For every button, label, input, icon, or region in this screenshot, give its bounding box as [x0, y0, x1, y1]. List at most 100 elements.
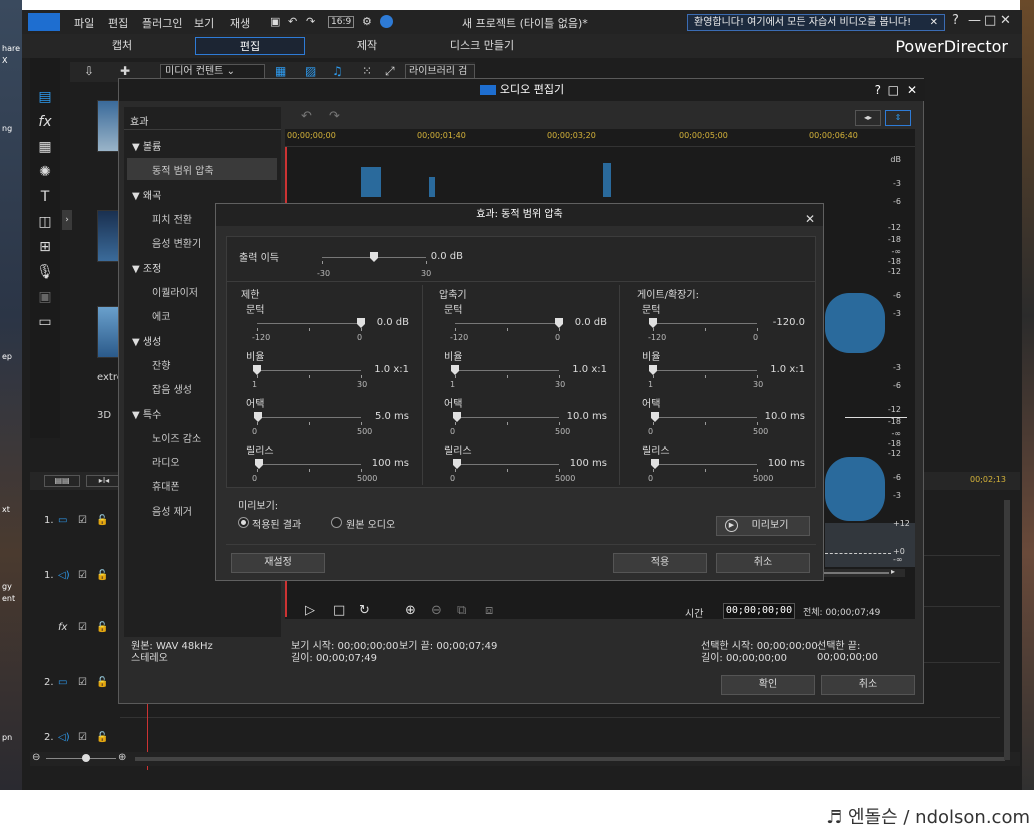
release-slider-track[interactable]: [455, 464, 559, 465]
video-filter-icon[interactable]: ▦: [275, 64, 286, 78]
aspect-ratio-select[interactable]: 16:9: [328, 16, 355, 28]
ratio-slider-thumb[interactable]: [451, 365, 459, 375]
radio-applied-result[interactable]: [238, 517, 249, 528]
release-slider-thumb[interactable]: [453, 459, 461, 469]
threshold-slider-track[interactable]: [257, 323, 361, 324]
output-gain-slider-thumb[interactable]: [370, 252, 378, 262]
group-adjust[interactable]: ▼ 조정: [132, 260, 161, 275]
timeline-scrollbar[interactable]: [135, 757, 1005, 761]
close-icon[interactable]: ✕: [907, 79, 917, 101]
zoom-slider-thumb[interactable]: [82, 754, 90, 762]
fx-room-icon[interactable]: fx: [36, 113, 54, 131]
close-icon[interactable]: ✕: [805, 208, 815, 230]
menu-view[interactable]: 보기: [194, 15, 214, 31]
media-room-icon[interactable]: ▤: [36, 88, 54, 106]
loop-icon[interactable]: ↻: [359, 603, 370, 618]
threshold-slider-track[interactable]: [653, 323, 757, 324]
attack-slider-thumb[interactable]: [453, 412, 461, 422]
fit-width-icon[interactable]: ◂▸: [855, 110, 881, 126]
effect-voice-changer[interactable]: 음성 변환기: [152, 235, 201, 250]
help-icon[interactable]: ?: [875, 79, 881, 101]
attack-slider-thumb[interactable]: [651, 412, 659, 422]
effect-vocal-removal[interactable]: 음성 제거: [152, 503, 192, 518]
ratio-slider-track[interactable]: [455, 370, 559, 371]
timeline-view-icon[interactable]: ▸I◂: [86, 475, 122, 487]
import-icon[interactable]: ⇩: [84, 64, 94, 78]
group-generate[interactable]: ▼ 생성: [132, 333, 161, 348]
menu-edit[interactable]: 편집: [108, 15, 128, 31]
track-enable-checkbox[interactable]: ☑: [78, 677, 87, 688]
zoom-in-icon[interactable]: ⊕: [405, 603, 416, 618]
group-distortion[interactable]: ▼ 왜곡: [132, 187, 161, 202]
release-slider-thumb[interactable]: [255, 459, 263, 469]
envelope-line[interactable]: [825, 553, 891, 554]
redo-icon[interactable]: ↷: [329, 109, 340, 124]
track-lock-icon[interactable]: 🔓: [96, 515, 108, 526]
chapter-room-icon[interactable]: ▣: [36, 288, 54, 306]
track-lock-icon[interactable]: 🔓: [96, 732, 108, 743]
zoom-selection-icon[interactable]: ⧉: [457, 603, 466, 618]
track-enable-checkbox[interactable]: ☑: [78, 622, 87, 633]
effect-pitch-shift[interactable]: 피치 전환: [152, 211, 192, 226]
pip-room-icon[interactable]: ▦: [36, 138, 54, 156]
stop-icon[interactable]: □: [333, 603, 345, 618]
cancel-button[interactable]: 취소: [821, 675, 915, 695]
release-slider-thumb[interactable]: [651, 459, 659, 469]
window-close-icon[interactable]: ✕: [1000, 13, 1011, 28]
volume-envelope[interactable]: +12 +0 -∞: [825, 519, 915, 567]
menu-play[interactable]: 재생: [230, 15, 250, 31]
scroll-right-icon[interactable]: ▸: [891, 567, 895, 576]
fit-height-icon[interactable]: ⇕: [885, 110, 911, 126]
menu-file[interactable]: 파일: [74, 15, 94, 31]
ratio-slider-track[interactable]: [257, 370, 361, 371]
zoom-out-icon[interactable]: ⊖: [431, 603, 442, 618]
image-filter-icon[interactable]: ▨: [305, 64, 316, 78]
close-icon[interactable]: ✕: [930, 15, 938, 30]
radio-original-audio[interactable]: [331, 517, 342, 528]
plugin-icon[interactable]: ✚: [120, 64, 130, 78]
track-lock-icon[interactable]: 🔓: [96, 677, 108, 688]
release-slider-track[interactable]: [257, 464, 361, 465]
voiceover-room-icon[interactable]: 🎙: [36, 263, 54, 281]
ratio-slider-track[interactable]: [653, 370, 757, 371]
help-icon[interactable]: ?: [952, 13, 959, 28]
audio-filter-icon[interactable]: ♫: [332, 64, 343, 78]
redo-icon[interactable]: ↷: [306, 15, 315, 28]
tab-produce[interactable]: 제작: [327, 37, 407, 55]
subtitle-room-icon[interactable]: ⊞: [36, 238, 54, 256]
preview-button[interactable]: ▶ 미리보기: [716, 516, 810, 536]
effect-equalizer[interactable]: 이퀄라이저: [152, 284, 198, 299]
attack-slider-track[interactable]: [653, 417, 757, 418]
cancel-button[interactable]: 취소: [716, 553, 810, 573]
effect-reverb[interactable]: 잔향: [152, 357, 170, 372]
reset-button[interactable]: 재설정: [231, 553, 325, 573]
track-enable-checkbox[interactable]: ☑: [78, 732, 87, 743]
title-room-icon[interactable]: T: [36, 188, 54, 206]
expand-icon[interactable]: ⤢: [385, 64, 395, 79]
timeline-vertical-scrollbar[interactable]: [1004, 500, 1010, 760]
attack-slider-thumb[interactable]: [254, 412, 262, 422]
undo-icon[interactable]: ↶: [288, 15, 297, 28]
track-enable-checkbox[interactable]: ☑: [78, 515, 87, 526]
settings-icon[interactable]: ⚙: [362, 15, 372, 28]
effect-noise-reduction[interactable]: 노이즈 감소: [152, 430, 201, 445]
caption-room-icon[interactable]: ▭: [36, 313, 54, 331]
threshold-slider-track[interactable]: [455, 323, 559, 324]
effect-noise-generate[interactable]: 잡음 생성: [152, 381, 192, 396]
apply-button[interactable]: 적용: [613, 553, 707, 573]
attack-slider-track[interactable]: [257, 417, 361, 418]
threshold-slider-thumb[interactable]: [649, 318, 657, 328]
zoom-slider-track[interactable]: [46, 758, 116, 759]
play-icon[interactable]: ▷: [305, 603, 315, 618]
track-enable-checkbox[interactable]: ☑: [78, 570, 87, 581]
undo-icon[interactable]: ↶: [301, 109, 312, 124]
maximize-icon[interactable]: □: [888, 79, 899, 101]
save-icon[interactable]: ▣: [270, 15, 280, 28]
release-slider-track[interactable]: [653, 464, 757, 465]
zoom-fit-icon[interactable]: ⧈: [485, 603, 493, 618]
tab-disc[interactable]: 디스크 만들기: [432, 37, 532, 55]
minimize-icon[interactable]: —: [968, 13, 981, 28]
welcome-banner[interactable]: 환영합니다! 여기에서 모든 자습서 비디오를 봅니다! ✕: [687, 14, 945, 31]
track-lock-icon[interactable]: 🔓: [96, 622, 108, 633]
notification-icon[interactable]: [380, 15, 393, 28]
